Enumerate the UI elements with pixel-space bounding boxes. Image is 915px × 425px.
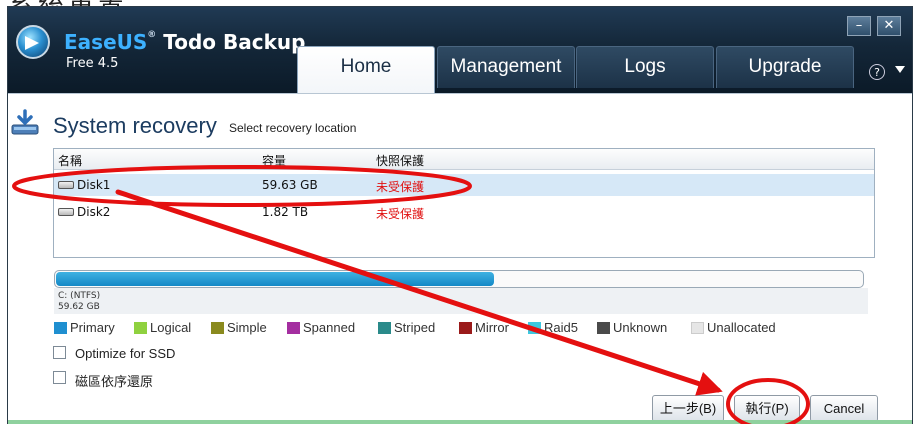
legend-label: Logical <box>150 320 192 335</box>
disk-snapshot-status: 未受保護 <box>376 207 425 221</box>
legend-label: Mirror <box>475 320 509 335</box>
partition-used-fill <box>56 272 494 286</box>
table-row-disk2[interactable] <box>54 200 874 222</box>
tab-logs[interactable]: Logs <box>576 46 714 88</box>
app-brand: EaseUS <box>64 30 148 54</box>
app-logo-icon <box>16 25 50 59</box>
page-subtitle: Select recovery location <box>229 121 357 135</box>
table-row-disk1[interactable] <box>54 174 874 196</box>
legend-spanned: Spanned <box>287 321 355 335</box>
app-name: EaseUS® Todo Backup <box>64 30 305 54</box>
minimize-button[interactable]: – <box>847 16 871 36</box>
close-button[interactable]: ✕ <box>877 16 901 36</box>
disk-list-header <box>54 149 874 170</box>
legend-primary: Primary <box>54 321 115 335</box>
optimize-ssd-checkbox[interactable] <box>53 346 66 359</box>
legend-label: Unallocated <box>707 320 776 335</box>
legend-swatch <box>211 322 224 334</box>
column-header-capacity[interactable]: 容量 <box>262 152 286 169</box>
legend-swatch <box>54 322 67 334</box>
column-header-snapshot[interactable]: 快照保護 <box>376 152 424 169</box>
help-icon[interactable]: ? <box>869 64 885 80</box>
disk-icon <box>58 208 74 216</box>
legend-label: Striped <box>394 320 436 335</box>
disk-name: Disk2 <box>77 205 111 219</box>
system-recovery-icon <box>11 109 39 135</box>
legend-label: Simple <box>227 320 267 335</box>
cancel-button[interactable]: Cancel <box>810 395 878 422</box>
back-button[interactable]: 上一步(B) <box>652 395 724 422</box>
execute-button[interactable]: 執行(P) <box>734 395 800 422</box>
legend-unknown: Unknown <box>597 321 667 335</box>
chevron-down-icon[interactable] <box>895 66 905 73</box>
legend-label: Spanned <box>303 320 356 335</box>
legend-swatch <box>528 322 541 334</box>
legend-logical: Logical <box>134 321 191 335</box>
disk-icon <box>58 181 74 189</box>
registered-mark: ® <box>147 30 157 40</box>
legend-label: Raid5 <box>544 320 578 335</box>
legend-swatch <box>597 322 610 334</box>
legend-unallocated: Unallocated <box>691 321 776 335</box>
partition-name: C: (NTFS) <box>58 291 101 301</box>
legend-swatch <box>287 322 300 334</box>
app-name-rest: Todo Backup <box>156 30 306 54</box>
tab-upgrade[interactable]: Upgrade <box>716 46 854 88</box>
disk-snapshot-status: 未受保護 <box>376 180 425 194</box>
tab-management[interactable]: Management <box>437 46 575 88</box>
disk-capacity: 1.82 TB <box>262 205 309 219</box>
sector-restore-label[interactable]: 磁區依序還原 <box>75 371 153 390</box>
legend-swatch <box>459 322 472 334</box>
legend-raid5: Raid5 <box>528 321 578 335</box>
bottom-accent-line <box>8 420 912 424</box>
partition-size: 59.62 GB <box>58 302 100 312</box>
legend-swatch <box>378 322 391 334</box>
legend-label: Unknown <box>613 320 668 335</box>
disk-capacity: 59.63 GB <box>262 178 318 192</box>
column-header-name[interactable]: 名稱 <box>58 152 82 169</box>
disk-name: Disk1 <box>77 178 111 192</box>
legend-label: Primary <box>70 320 115 335</box>
legend-mirror: Mirror <box>459 321 509 335</box>
tab-home[interactable]: Home <box>297 46 435 93</box>
sector-restore-checkbox[interactable] <box>53 371 66 384</box>
legend-striped: Striped <box>378 321 435 335</box>
legend-swatch <box>691 322 704 334</box>
app-version: Free 4.5 <box>66 56 119 71</box>
legend-swatch <box>134 322 147 334</box>
legend-simple: Simple <box>211 321 267 335</box>
optimize-ssd-label[interactable]: Optimize for SSD <box>75 346 175 361</box>
partition-info-strip <box>54 288 868 314</box>
page-title: System recovery <box>53 113 217 138</box>
